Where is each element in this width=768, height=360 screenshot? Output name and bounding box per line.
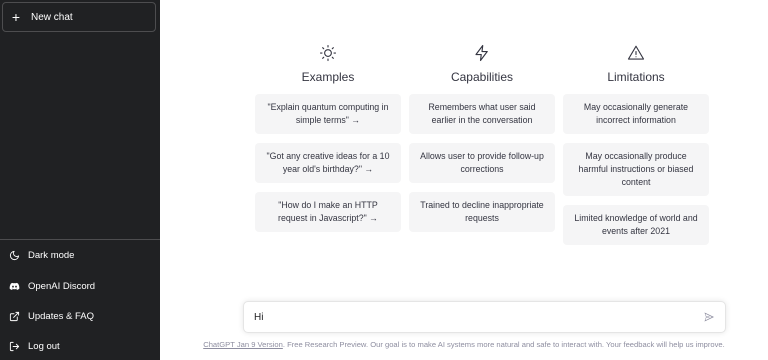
external-link-icon bbox=[9, 311, 20, 321]
footer-text: . Free Research Preview. Our goal is to … bbox=[282, 340, 725, 349]
warning-icon bbox=[627, 45, 645, 60]
updates-faq-link[interactable]: Updates & FAQ bbox=[0, 304, 160, 328]
limitation-card: May occasionally produce harmful instruc… bbox=[563, 143, 709, 196]
limitations-title: Limitations bbox=[607, 70, 665, 84]
capabilities-title: Capabilities bbox=[450, 70, 514, 84]
sidebar-divider bbox=[0, 239, 160, 240]
log-out-button[interactable]: Log out bbox=[0, 334, 160, 358]
example-card[interactable]: "Got any creative ideas for a 10 year ol… bbox=[255, 143, 401, 183]
new-chat-button[interactable]: + New chat bbox=[2, 2, 156, 32]
capability-card: Remembers what user said earlier in the … bbox=[409, 94, 555, 134]
capabilities-header: Capabilities bbox=[409, 44, 555, 94]
chat-input-box bbox=[243, 301, 726, 333]
chat-input[interactable] bbox=[254, 311, 703, 323]
lightning-icon bbox=[475, 44, 488, 62]
examples-title: Examples bbox=[301, 70, 355, 84]
capability-card: Allows user to provide follow-up correct… bbox=[409, 143, 555, 183]
discord-link[interactable]: OpenAI Discord bbox=[0, 274, 160, 298]
example-card[interactable]: "Explain quantum computing in simple ter… bbox=[255, 94, 401, 134]
updates-faq-label: Updates & FAQ bbox=[28, 310, 95, 322]
plus-icon: + bbox=[11, 9, 21, 25]
new-chat-label: New chat bbox=[31, 11, 73, 23]
version-link[interactable]: ChatGPT Jan 9 Version bbox=[203, 340, 283, 349]
example-card[interactable]: "How do I make an HTTP request in Javasc… bbox=[255, 192, 401, 232]
sidebar: + New chat Dark mode OpenAI Discord Upda… bbox=[0, 0, 160, 360]
footer-disclaimer: ChatGPT Jan 9 Version. Free Research Pre… bbox=[160, 340, 768, 349]
discord-icon bbox=[9, 282, 20, 290]
limitations-column: Limitations May occasionally generate in… bbox=[563, 44, 709, 254]
capabilities-column: Capabilities Remembers what user said ea… bbox=[409, 44, 555, 241]
discord-label: OpenAI Discord bbox=[28, 280, 96, 292]
moon-icon bbox=[9, 250, 20, 260]
dark-mode-button[interactable]: Dark mode bbox=[0, 243, 160, 267]
send-icon[interactable] bbox=[703, 311, 715, 323]
limitation-card: Limited knowledge of world and events af… bbox=[563, 205, 709, 245]
log-out-label: Log out bbox=[28, 340, 60, 352]
examples-header: Examples bbox=[255, 44, 401, 94]
limitation-card: May occasionally generate incorrect info… bbox=[563, 94, 709, 134]
examples-column: Examples "Explain quantum computing in s… bbox=[255, 44, 401, 241]
limitations-header: Limitations bbox=[563, 44, 709, 94]
capability-card: Trained to decline inappropriate request… bbox=[409, 192, 555, 232]
sun-icon bbox=[319, 44, 337, 62]
logout-icon bbox=[9, 341, 20, 351]
dark-mode-label: Dark mode bbox=[28, 249, 75, 261]
